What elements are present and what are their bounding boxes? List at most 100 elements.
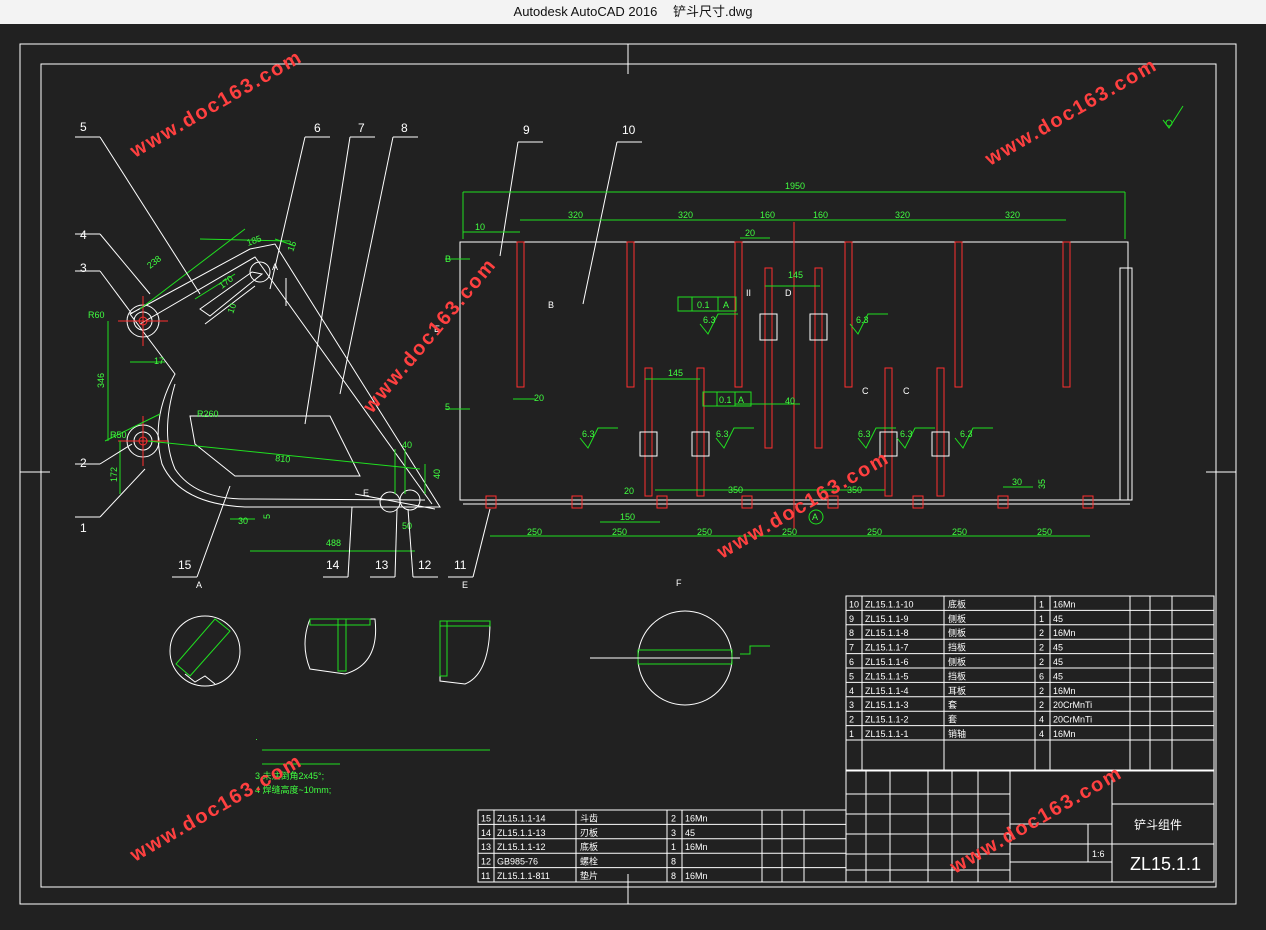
svg-text:250: 250: [527, 527, 542, 537]
svg-text:F: F: [676, 578, 682, 588]
svg-text:R260: R260: [197, 409, 219, 419]
svg-text:www.doc163.com: www.doc163.com: [946, 762, 1127, 879]
svg-text:320: 320: [1005, 210, 1020, 220]
svg-text:www.doc163.com: www.doc163.com: [126, 46, 307, 163]
drawing-canvas[interactable]: 238 185 170 10 15 R60 346 17 R50 172 R26…: [0, 24, 1266, 925]
bom-row-qty: 1: [1039, 599, 1044, 609]
svg-text:238: 238: [145, 253, 163, 270]
svg-text:1950: 1950: [785, 181, 805, 191]
svg-text:320: 320: [895, 210, 910, 220]
svg-text:145: 145: [788, 270, 803, 280]
svg-text:0.1: 0.1: [697, 300, 710, 310]
bom-row-qty: 2: [1039, 643, 1044, 653]
section-b-b: [304, 618, 377, 675]
bom-row-name: 销轴: [948, 728, 966, 739]
bom-row-no: 7: [849, 643, 854, 653]
bom-lower-rows: 15 ZL15.1.1-14 斗齿 2 16Mn 14 ZL15.1.1-13 刃板 3 45 13…: [478, 813, 846, 883]
bom-row-no: 5: [849, 671, 854, 681]
svg-text:C: C: [862, 386, 869, 396]
svg-text:150: 150: [620, 512, 635, 522]
bom-row-qty: 2: [671, 813, 676, 823]
bom-row-qty: 2: [1039, 628, 1044, 638]
svg-text:www.doc163.com: www.doc163.com: [126, 750, 307, 867]
callout-15: 15: [178, 558, 192, 572]
svg-text:E: E: [462, 580, 468, 590]
bom-row-name: 侧板: [948, 613, 966, 624]
bom-row-qty: 4: [1039, 715, 1044, 725]
bom-row-qty: 4: [1039, 729, 1044, 739]
svg-text:10: 10: [475, 222, 485, 232]
svg-text:0.1: 0.1: [719, 395, 732, 405]
svg-text:5: 5: [262, 514, 272, 519]
bom-row-material: 16Mn: [685, 871, 708, 881]
svg-text:B: B: [548, 300, 554, 310]
bom-row-no: 15: [481, 813, 491, 823]
bom-row-no: 6: [849, 657, 854, 667]
bom-row-name: 底板: [948, 598, 966, 609]
bom-row-name: 刃板: [580, 827, 598, 838]
bom-row-material: 16Mn: [1053, 686, 1076, 696]
bom-upper-rows: 10 ZL15.1.1-10 底板 1 16Mn9 ZL15.1.1-9 侧板 1 458 ZL1…: [846, 598, 1214, 741]
svg-text:6.3: 6.3: [582, 429, 595, 439]
svg-text:6.3: 6.3: [703, 315, 716, 325]
svg-text:50: 50: [402, 521, 412, 531]
bom-row-material: 45: [1053, 671, 1063, 681]
bom-row-name: 侧板: [948, 627, 966, 638]
callout-6: 6: [314, 121, 321, 135]
bom-row-code: GB985-76: [497, 857, 538, 867]
bom-row-no: 4: [849, 686, 854, 696]
svg-text:250: 250: [952, 527, 967, 537]
svg-text:·: ·: [255, 734, 258, 744]
svg-text:30: 30: [238, 516, 248, 526]
bom-row-material: 45: [1053, 657, 1063, 667]
svg-text:A: A: [812, 512, 818, 522]
bom-row-material: 16Mn: [1053, 599, 1076, 609]
bom-row-name: 套: [948, 699, 957, 710]
bom-row-no: 13: [481, 842, 491, 852]
svg-text:17: 17: [154, 356, 164, 366]
bom-row-qty: 8: [671, 871, 676, 881]
file-name: 铲斗尺寸.dwg: [672, 4, 753, 19]
bom-row-name: 底板: [580, 841, 598, 852]
bom-row-code: ZL15.1.1-6: [865, 657, 909, 667]
svg-text:346: 346: [96, 373, 106, 388]
bom-row-name: 挡板: [948, 642, 966, 653]
bom-row-no: 3: [849, 700, 854, 710]
bom-row-name: 耳板: [948, 685, 966, 696]
bom-row-code: ZL15.1.1-13: [497, 828, 546, 838]
drawing-number: ZL15.1.1: [1130, 854, 1201, 874]
top-view[interactable]: 1950 320 320 160 160 320 320 10 20 145 1…: [434, 181, 1133, 537]
side-plate: [189, 415, 361, 477]
bom-row-name: 螺栓: [580, 856, 598, 867]
bom-row-code: ZL15.1.1-5: [865, 671, 909, 681]
callout-8: 8: [401, 121, 408, 135]
svg-text:E: E: [363, 488, 369, 498]
bom-row-material: 45: [1053, 643, 1063, 653]
svg-text:185: 185: [245, 233, 263, 248]
callout-2: 2: [80, 456, 87, 470]
bom-row-code: ZL15.1.1-2: [865, 715, 909, 725]
drawing-scale: 1:6: [1092, 849, 1105, 859]
bom-row-material: 20CrMnTi: [1053, 715, 1092, 725]
svg-text:145: 145: [668, 368, 683, 378]
bom-row-name: 挡板: [948, 670, 966, 681]
callout-11: 11: [454, 558, 467, 572]
bom-row-material: 16Mn: [685, 842, 708, 852]
callout-3: 3: [80, 261, 87, 275]
bom-row-no: 1: [849, 729, 854, 739]
section-details[interactable]: A F E: [169, 578, 770, 706]
svg-text:160: 160: [813, 210, 828, 220]
bom-row-qty: 2: [1039, 657, 1044, 667]
svg-text:160: 160: [760, 210, 775, 220]
bom-row-code: ZL15.1.1-14: [497, 813, 546, 823]
callout-12: 12: [418, 558, 432, 572]
svg-text:488: 488: [326, 538, 341, 548]
svg-text:B: B: [445, 254, 451, 264]
svg-text:40: 40: [785, 396, 795, 406]
bom-row-no: 8: [849, 628, 854, 638]
bom-row-code: ZL15.1.1-10: [865, 599, 914, 609]
svg-text:II: II: [746, 288, 751, 298]
bom-row-qty: 8: [671, 857, 676, 867]
bom-row-qty: 2: [1039, 700, 1044, 710]
svg-text:www.doc163.com: www.doc163.com: [981, 54, 1162, 171]
